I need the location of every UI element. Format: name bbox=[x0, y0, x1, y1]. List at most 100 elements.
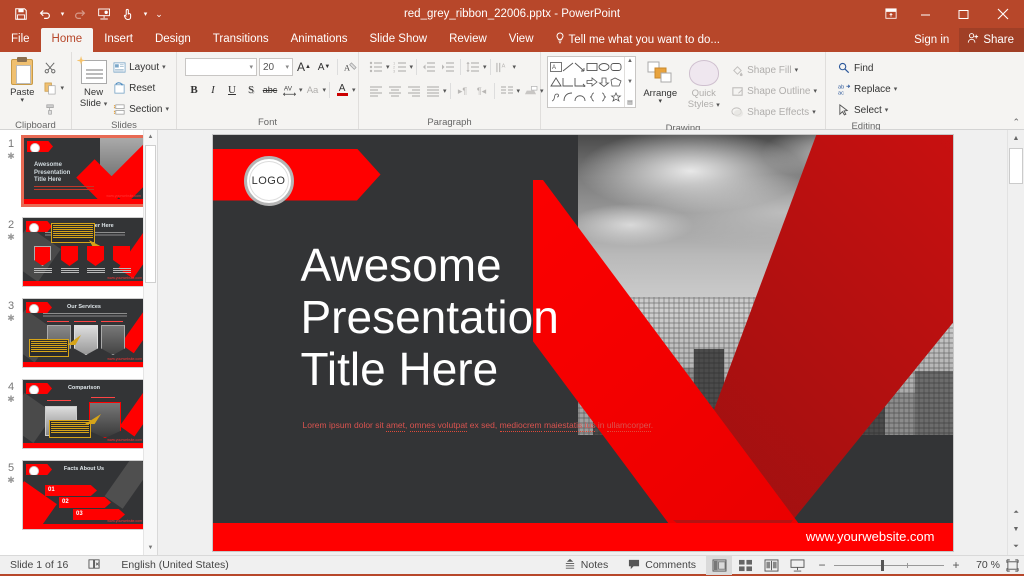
current-slide[interactable]: LOGO Awesome Presentation Title Here Lor… bbox=[212, 134, 953, 551]
zoom-in-button[interactable]: + bbox=[950, 558, 962, 572]
start-presentation-icon[interactable] bbox=[93, 3, 115, 25]
shape-right-brace-icon[interactable] bbox=[598, 90, 610, 105]
shape-fill-button[interactable]: Shape Fill ▾ bbox=[727, 60, 820, 80]
shape-left-brace-icon[interactable] bbox=[586, 90, 598, 105]
clear-formatting-icon[interactable]: A bbox=[342, 58, 360, 76]
collapse-ribbon-button[interactable]: ⌃ bbox=[1012, 117, 1020, 128]
select-button[interactable]: Select ▾ bbox=[834, 100, 900, 120]
strikethrough-button[interactable]: abc bbox=[261, 81, 279, 99]
tell-me-box[interactable]: Tell me what you want to do... bbox=[545, 28, 729, 52]
ltr-text-button[interactable]: ▸¶ bbox=[454, 82, 472, 100]
thumbnail-scrollbar[interactable]: ▲ ▼ bbox=[143, 130, 157, 555]
normal-view-button[interactable] bbox=[706, 555, 732, 575]
layout-button[interactable]: Layout ▾ bbox=[109, 57, 172, 77]
scroll-thumb[interactable] bbox=[1009, 148, 1023, 184]
decrease-font-size-button[interactable]: A ▼ bbox=[315, 58, 333, 76]
fit-slide-to-window-button[interactable] bbox=[1000, 558, 1024, 572]
zoom-level-label[interactable]: 70 % bbox=[968, 559, 1000, 571]
paste-dropdown-icon[interactable]: ▾ bbox=[20, 97, 24, 104]
text-direction-dropdown-icon[interactable]: ▾ bbox=[513, 63, 517, 71]
font-name-dropdown-icon[interactable]: ▾ bbox=[249, 63, 253, 71]
shape-right-arrow-icon[interactable] bbox=[586, 74, 598, 89]
touch-mode-icon[interactable] bbox=[117, 3, 139, 25]
tab-transitions[interactable]: Transitions bbox=[202, 28, 280, 52]
format-painter-button[interactable] bbox=[40, 99, 67, 119]
font-size-input[interactable]: 20 ▾ bbox=[259, 58, 293, 76]
increase-indent-button[interactable] bbox=[439, 58, 457, 76]
shapes-more-icon[interactable]: ▤ bbox=[627, 99, 633, 106]
zoom-out-button[interactable]: − bbox=[816, 558, 828, 572]
undo-dropdown-icon[interactable]: ▾ bbox=[58, 3, 67, 25]
shape-arc-icon[interactable] bbox=[562, 90, 574, 105]
align-left-button[interactable] bbox=[367, 82, 385, 100]
columns-button[interactable] bbox=[498, 82, 516, 100]
text-direction-button[interactable]: A bbox=[494, 58, 512, 76]
justify-dropdown-icon[interactable]: ▾ bbox=[443, 87, 447, 95]
save-icon[interactable] bbox=[10, 3, 32, 25]
slide-show-view-button[interactable] bbox=[784, 556, 810, 575]
arrange-dropdown-icon[interactable]: ▾ bbox=[658, 98, 662, 105]
section-button[interactable]: Section ▾ bbox=[109, 99, 172, 119]
shapes-scroll-up-icon[interactable]: ▲ bbox=[627, 58, 633, 64]
tab-design[interactable]: Design bbox=[144, 28, 202, 52]
shape-triangle-icon[interactable] bbox=[550, 74, 562, 89]
slide-sorter-view-button[interactable] bbox=[732, 556, 758, 575]
slide-vertical-scrollbar[interactable]: ▲ ⏶ ▼ ⏷ bbox=[1007, 130, 1024, 555]
shape-elbow-connector-icon[interactable] bbox=[562, 74, 574, 89]
shape-star-icon[interactable] bbox=[610, 90, 622, 105]
justify-button[interactable] bbox=[424, 82, 442, 100]
text-shadow-button[interactable]: S bbox=[242, 81, 260, 99]
shape-pentagon-icon[interactable] bbox=[610, 74, 622, 89]
shape-line-icon[interactable] bbox=[562, 59, 574, 74]
reading-view-button[interactable] bbox=[758, 556, 784, 575]
bold-button[interactable]: B bbox=[185, 81, 203, 99]
shape-oval-icon[interactable] bbox=[598, 59, 610, 74]
quick-styles-button[interactable]: Quick Styles ▾ bbox=[684, 56, 723, 111]
character-spacing-button[interactable]: AV bbox=[280, 81, 298, 99]
font-color-dropdown-icon[interactable]: ▾ bbox=[352, 86, 356, 94]
shape-textbox-icon[interactable]: A bbox=[550, 59, 562, 74]
slide-thumbnail-2[interactable]: 2 ✱ Awesome Header Here bbox=[0, 217, 157, 298]
zoom-track[interactable] bbox=[834, 559, 944, 571]
layout-dropdown-icon[interactable]: ▾ bbox=[162, 63, 166, 71]
arrange-button[interactable]: Arrange ▾ bbox=[640, 56, 680, 105]
slide-thumbnail-pane[interactable]: 1 ✱ Awesome Presentation Title Here www.yo… bbox=[0, 130, 158, 555]
shape-arrow-icon[interactable] bbox=[574, 59, 586, 74]
shape-rounded-rect-icon[interactable] bbox=[610, 59, 622, 74]
center-button[interactable] bbox=[386, 82, 404, 100]
underline-button[interactable]: U bbox=[223, 81, 241, 99]
change-case-button[interactable]: Aa bbox=[304, 81, 322, 99]
zoom-handle[interactable] bbox=[881, 559, 884, 571]
touch-mode-dropdown-icon[interactable]: ▾ bbox=[141, 3, 150, 25]
italic-button[interactable]: I bbox=[204, 81, 222, 99]
shape-elbow-arrow-icon[interactable] bbox=[574, 74, 586, 89]
proofing-status[interactable] bbox=[78, 555, 111, 576]
slide-title-textbox[interactable]: Awesome Presentation Title Here bbox=[301, 239, 761, 395]
shape-curve-icon[interactable] bbox=[574, 90, 586, 105]
copy-button[interactable]: ▾ bbox=[40, 78, 67, 98]
font-size-dropdown-icon[interactable]: ▾ bbox=[285, 63, 289, 71]
find-button[interactable]: Find bbox=[834, 58, 900, 78]
increase-font-size-button[interactable]: A ▲ bbox=[295, 58, 313, 76]
language-status[interactable]: English (United States) bbox=[111, 555, 238, 576]
tab-view[interactable]: View bbox=[498, 28, 545, 52]
thumbnail-scroll-thumb[interactable] bbox=[145, 145, 156, 283]
tab-animations[interactable]: Animations bbox=[280, 28, 359, 52]
previous-slide-icon[interactable]: ⏶ bbox=[1008, 504, 1024, 521]
font-color-button[interactable]: A bbox=[333, 81, 351, 99]
thumbnail-scroll-down-icon[interactable]: ▼ bbox=[144, 541, 157, 555]
reset-button[interactable]: Reset bbox=[109, 78, 172, 98]
numbering-dropdown-icon[interactable]: ▾ bbox=[410, 63, 414, 71]
bullets-dropdown-icon[interactable]: ▾ bbox=[386, 63, 390, 71]
tab-insert[interactable]: Insert bbox=[93, 28, 144, 52]
comments-button[interactable]: Comments bbox=[618, 555, 706, 576]
rtl-text-button[interactable]: ¶◂ bbox=[473, 82, 491, 100]
change-case-dropdown-icon[interactable]: ▾ bbox=[323, 86, 327, 94]
tab-review[interactable]: Review bbox=[438, 28, 498, 52]
logo-badge[interactable]: LOGO bbox=[243, 155, 294, 206]
cut-button[interactable] bbox=[40, 57, 67, 77]
convert-to-smartart-button[interactable] bbox=[521, 82, 539, 100]
font-name-input[interactable]: ▾ bbox=[185, 58, 257, 76]
undo-icon[interactable] bbox=[34, 3, 56, 25]
character-spacing-dropdown-icon[interactable]: ▾ bbox=[299, 86, 303, 94]
